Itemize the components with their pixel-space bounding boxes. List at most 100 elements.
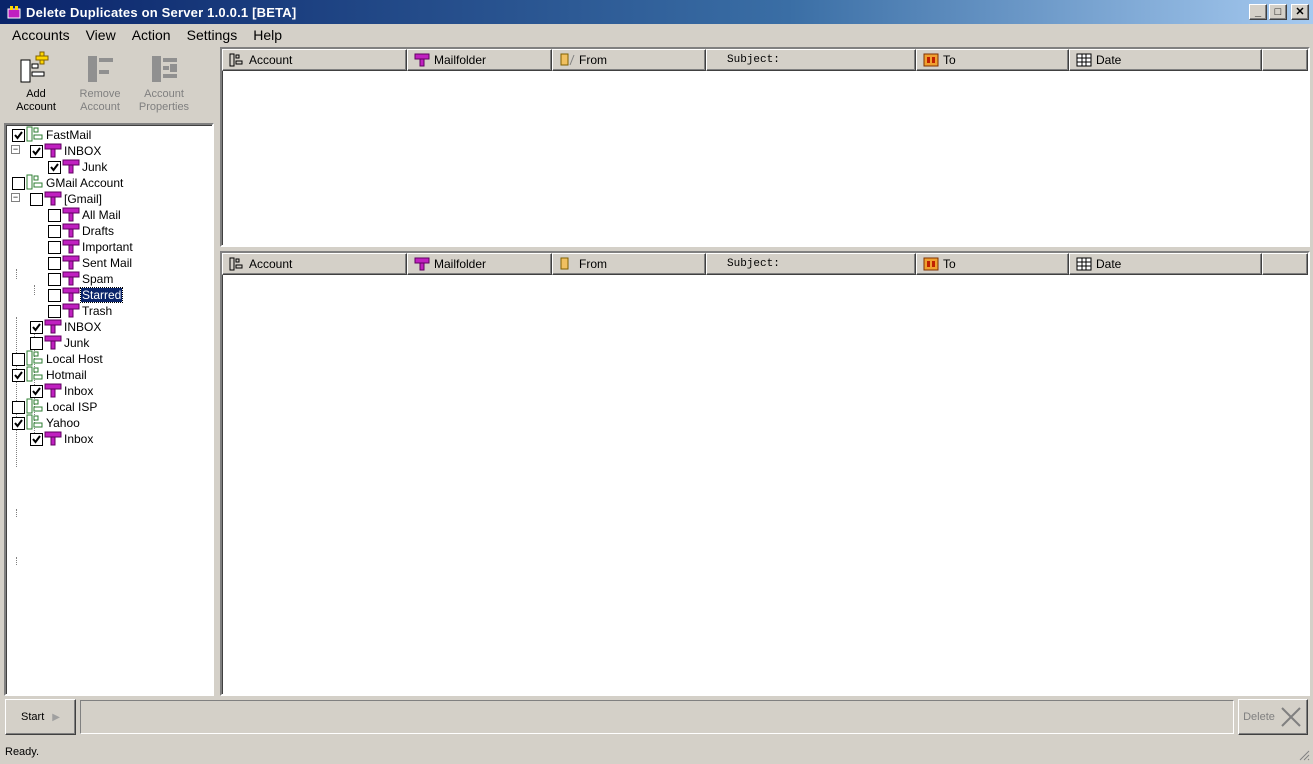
column-date[interactable]: Date (1069, 253, 1262, 275)
tree-item[interactable]: Drafts (48, 223, 115, 239)
tree-item[interactable]: Spam (48, 271, 114, 287)
tree-item-checkbox[interactable] (30, 144, 43, 158)
account-icon (26, 174, 45, 193)
tree-item-checkbox[interactable] (48, 288, 61, 302)
delete-button[interactable]: Delete (1238, 699, 1308, 735)
status-text: Ready. (5, 746, 40, 758)
account-properties-icon (152, 56, 177, 82)
tree-item-checkbox[interactable] (48, 256, 61, 270)
remove-account-button[interactable]: Remove Account (68, 46, 132, 118)
account-tree[interactable]: FastMail INBOX Junk GMail Account [Gmail] All… (4, 123, 214, 696)
tree-item-checkbox[interactable] (12, 128, 25, 142)
column-account-label: Account (249, 257, 293, 271)
tree-item[interactable]: Sent Mail (48, 255, 133, 271)
menu-settings[interactable]: Settings (179, 27, 246, 43)
close-button[interactable]: ✕ (1291, 4, 1309, 20)
title-bar: Delete Duplicates on Server 1.0.0.1 [BET… (0, 0, 1313, 24)
account-icon (26, 126, 45, 145)
tree-item[interactable]: INBOX (30, 319, 102, 335)
tree-item-checkbox[interactable] (48, 208, 61, 222)
tree-item-checkbox[interactable] (48, 240, 61, 254)
column-from[interactable]: From (552, 49, 706, 71)
toolbar: Add Account Remove Account Account Prope… (0, 46, 218, 122)
start-button[interactable]: Start ▶ (5, 699, 76, 735)
column-mailfolder[interactable]: Mailfolder (407, 49, 552, 71)
tree-item-checkbox[interactable] (30, 336, 43, 350)
menu-bar: Accounts View Action Settings Help (0, 24, 1313, 46)
column-account[interactable]: Account (222, 253, 407, 275)
tree-item[interactable]: Important (48, 239, 134, 255)
tree-connector-line (16, 557, 17, 565)
account-properties-label-2: Properties (138, 101, 190, 113)
resize-grip-icon[interactable] (1298, 749, 1310, 761)
column-subject[interactable]: Subject: (706, 49, 916, 71)
tree-item-label: Local ISP (46, 400, 98, 414)
tree-item[interactable]: All Mail (48, 207, 122, 223)
menu-view[interactable]: View (78, 27, 124, 43)
menu-help[interactable]: Help (245, 27, 290, 43)
tree-item-checkbox[interactable] (30, 384, 43, 398)
tree-item-label: FastMail (46, 128, 92, 142)
delete-x-icon (1281, 707, 1301, 727)
to-column-icon (923, 257, 939, 271)
add-account-icon (20, 51, 49, 83)
tree-item-label: Important (82, 240, 133, 254)
column-account-label: Account (249, 53, 293, 67)
tree-item-checkbox[interactable] (12, 416, 25, 430)
account-column-icon (229, 257, 243, 271)
maximize-button[interactable]: □ (1269, 4, 1287, 20)
tree-item-checkbox[interactable] (12, 352, 25, 366)
tree-item-checkbox[interactable] (12, 368, 25, 382)
tree-connector-line (34, 285, 35, 295)
results-grid-bottom[interactable]: Account Mailfolder From Subject: To Date (220, 251, 1310, 696)
tree-item-checkbox[interactable] (48, 224, 61, 238)
column-to[interactable]: To (916, 49, 1069, 71)
tree-item[interactable]: Junk (48, 159, 108, 175)
column-to[interactable]: To (916, 253, 1069, 275)
tree-item-checkbox[interactable] (48, 272, 61, 286)
from-column-icon (560, 257, 569, 270)
tree-item-checkbox[interactable] (48, 160, 61, 174)
tree-item-checkbox[interactable] (30, 320, 43, 334)
tree-item-checkbox[interactable] (30, 192, 43, 206)
add-account-label-1: Add (26, 88, 46, 100)
menu-accounts[interactable]: Accounts (4, 27, 78, 43)
add-account-label-2: Account (16, 101, 56, 113)
column-date[interactable]: Date (1069, 49, 1262, 71)
add-account-button[interactable]: Add Account (4, 46, 68, 118)
column-mailfolder[interactable]: Mailfolder (407, 253, 552, 275)
account-properties-button[interactable]: Account Properties (132, 46, 196, 118)
column-from[interactable]: From (552, 253, 706, 275)
tree-item-checkbox[interactable] (12, 176, 25, 190)
tree-item-label: Inbox (64, 432, 94, 446)
column-account[interactable]: Account (222, 49, 407, 71)
tree-item-label: Yahoo (46, 416, 80, 430)
minimize-button[interactable]: _ (1249, 4, 1267, 20)
tree-item-checkbox[interactable] (48, 304, 61, 318)
tree-collapse-icon[interactable]: − (11, 145, 20, 154)
app-icon (7, 6, 21, 19)
tree-connector-line (16, 269, 17, 279)
column-date-label: Date (1096, 257, 1122, 271)
menu-action[interactable]: Action (124, 27, 179, 43)
mailfolder-icon (62, 302, 81, 321)
column-date-label: Date (1096, 53, 1122, 67)
tree-item[interactable]: GMail Account (12, 174, 124, 193)
tree-item-checkbox[interactable] (12, 400, 25, 414)
tree-item-checkbox[interactable] (30, 432, 43, 446)
mailfolder-icon (44, 334, 63, 353)
window-controls: _ □ ✕ (1249, 4, 1309, 20)
tree-item-label: Drafts (82, 224, 115, 238)
tree-item-label: Junk (64, 336, 90, 350)
account-properties-label-1: Account (144, 88, 184, 100)
tree-item[interactable]: Local ISP (12, 398, 98, 415)
column-subject[interactable]: Subject: (706, 253, 916, 275)
results-grid-top[interactable]: Account Mailfolder From Subject: To Date (220, 47, 1310, 247)
tree-item[interactable]: Inbox (30, 431, 94, 447)
tree-item[interactable]: Starred (48, 287, 124, 303)
column-to-label: To (943, 257, 956, 271)
column-filler (1262, 49, 1308, 71)
date-column-icon (1076, 53, 1092, 67)
tree-collapse-icon[interactable]: − (11, 193, 20, 202)
tree-connector-line (16, 317, 17, 467)
